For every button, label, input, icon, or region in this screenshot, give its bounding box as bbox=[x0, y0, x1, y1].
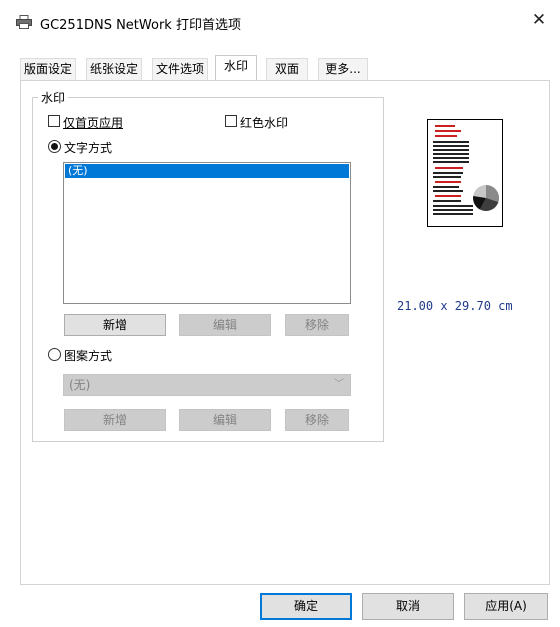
text-mode-radio[interactable] bbox=[48, 140, 61, 153]
text-edit-button[interactable]: 编辑 bbox=[179, 314, 271, 336]
text-mode-label: 文字方式 bbox=[64, 141, 113, 155]
tab-paper[interactable]: 纸张设定 bbox=[86, 58, 142, 80]
pattern-remove-button[interactable]: 移除 bbox=[285, 409, 349, 431]
watermark-group-label: 水印 bbox=[38, 89, 69, 106]
pie-chart-icon bbox=[473, 184, 500, 211]
first-page-only-checkbox[interactable] bbox=[48, 115, 60, 127]
pattern-select-value: (无) bbox=[69, 378, 91, 392]
printer-icon bbox=[16, 15, 32, 29]
red-watermark-label: 红色水印 bbox=[240, 116, 289, 130]
first-page-only-label: 仅首页应用 bbox=[63, 116, 124, 130]
pattern-edit-button[interactable]: 编辑 bbox=[179, 409, 271, 431]
cancel-button[interactable]: 取消 bbox=[362, 593, 454, 620]
tab-watermark[interactable]: 水印 bbox=[215, 55, 257, 81]
pattern-new-button[interactable]: 新增 bbox=[64, 409, 166, 431]
paper-size-label: 21.00 x 29.70 cm bbox=[397, 299, 513, 313]
tab-document-options[interactable]: 文件选项 bbox=[152, 58, 208, 80]
text-remove-button[interactable]: 移除 bbox=[285, 314, 349, 336]
tab-layout[interactable]: 版面设定 bbox=[20, 58, 76, 80]
pattern-mode-label: 图案方式 bbox=[64, 349, 113, 363]
title-bar: GC251DNS NetWork 打印首选项 ✕ bbox=[0, 0, 560, 40]
close-icon: ✕ bbox=[531, 10, 547, 30]
apply-button[interactable]: 应用(A) bbox=[464, 593, 548, 620]
tab-duplex[interactable]: 双面 bbox=[266, 58, 308, 80]
window-title: GC251DNS NetWork 打印首选项 bbox=[40, 18, 241, 33]
red-watermark-checkbox[interactable] bbox=[225, 115, 237, 127]
list-item[interactable]: (无) bbox=[65, 164, 349, 178]
pattern-select[interactable]: (无) ﹀ bbox=[63, 374, 351, 396]
chevron-down-icon: ﹀ bbox=[334, 379, 344, 390]
close-button[interactable]: ✕ bbox=[528, 10, 550, 32]
text-watermark-list[interactable]: (无) bbox=[63, 162, 351, 304]
text-new-button[interactable]: 新增 bbox=[64, 314, 166, 336]
ok-button[interactable]: 确定 bbox=[260, 593, 352, 620]
tab-more[interactable]: 更多... bbox=[318, 58, 368, 80]
pattern-mode-radio[interactable] bbox=[48, 348, 61, 361]
page-preview bbox=[427, 119, 503, 227]
